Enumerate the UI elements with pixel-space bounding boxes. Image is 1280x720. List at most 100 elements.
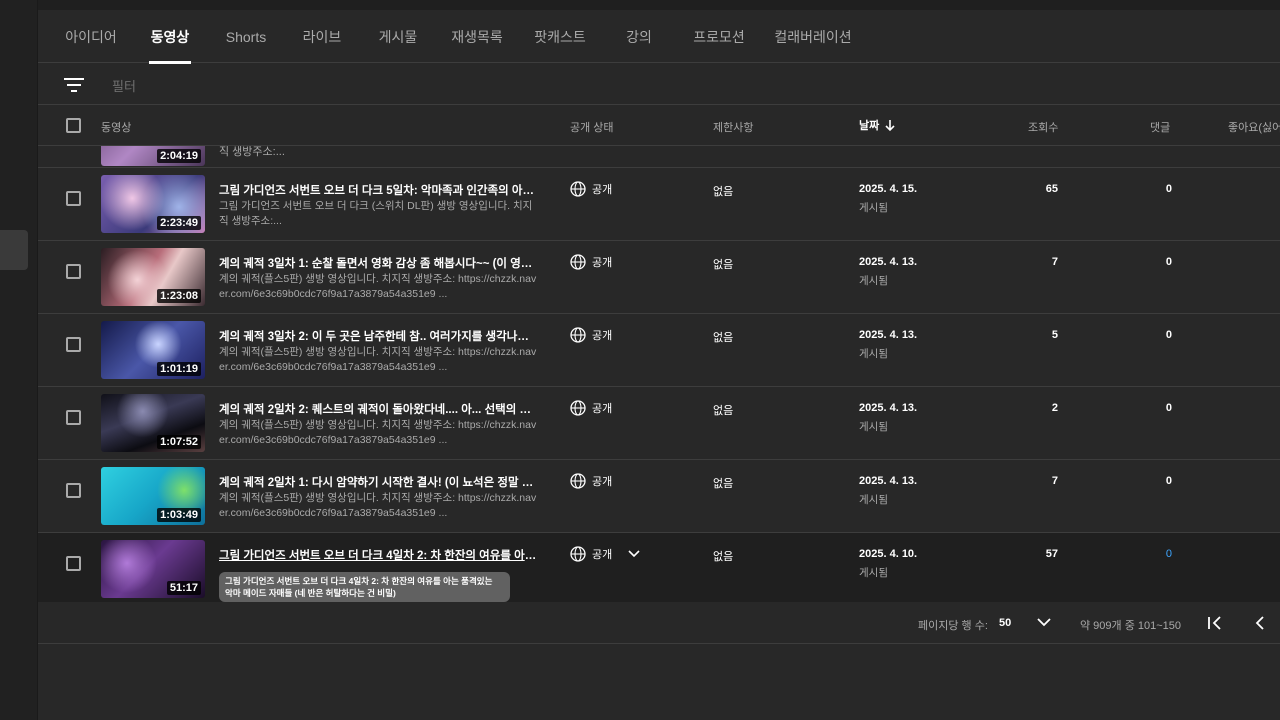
video-description: 계의 궤적(플스5판) 생방 영상입니다. 치지직 생방주소: https://…	[219, 346, 537, 373]
comments-cell: 0	[1165, 402, 1172, 414]
tab-posts[interactable]: 게시물	[378, 10, 418, 63]
video-duration: 1:07:52	[157, 435, 201, 449]
restrictions-cell: 없음	[713, 405, 734, 417]
video-duration: 1:23:08	[157, 289, 201, 303]
chevron-down-icon[interactable]	[628, 550, 640, 558]
filter-input[interactable]: 필터	[112, 76, 136, 95]
tab-videos[interactable]: 동영상	[149, 10, 191, 64]
tab-podcasts[interactable]: 팟캐스트	[534, 10, 586, 63]
select-all-checkbox[interactable]	[66, 118, 81, 133]
video-duration: 1:01:19	[157, 362, 201, 376]
video-description: 계의 궤적(플스5판) 생방 영상입니다. 치지직 생방주소: https://…	[219, 492, 537, 519]
table-row[interactable]: 1:01:19 계의 궤적 3일차 2: 이 두 곳은 남주한테 참.. 여러가…	[38, 314, 1280, 387]
video-duration: 2:04:19	[157, 149, 201, 163]
video-title[interactable]: 계의 궤적 3일차 1: 순찰 돌면서 영화 감상 좀 해봅시다~~ (이 영화…	[219, 255, 537, 271]
tab-courses[interactable]: 강의	[624, 10, 654, 63]
video-thumbnail[interactable]: 1:07:52	[101, 394, 205, 452]
table-row[interactable]: 1:03:49 계의 궤적 2일차 1: 다시 암약하기 시작한 결사! (이 …	[38, 460, 1280, 533]
visibility-cell[interactable]: 공개	[570, 400, 612, 416]
tooltip-line-2: 악마 메이드 자매들 (네 반은 허탈하다는 건 비밀)	[225, 588, 396, 598]
top-strip	[38, 0, 1280, 10]
video-thumbnail[interactable]: 2:23:49	[101, 175, 205, 233]
views-cell: 57	[1045, 548, 1058, 560]
table-row-partial[interactable]: 2:04:19 직 생방주소:...	[38, 146, 1280, 168]
visibility-cell[interactable]: 공개	[570, 181, 612, 197]
views-cell: 5	[1051, 329, 1058, 341]
date-cell: 2025. 4. 13.	[859, 475, 918, 487]
rows-per-page-label: 페이지당 행 수:	[918, 620, 988, 632]
table-row[interactable]: 2:23:49 그림 가디언즈 서번트 오브 더 다크 5일차: 악마족과 인간…	[38, 168, 1280, 241]
publish-status: 게시됨	[859, 275, 888, 287]
column-header-comments[interactable]: 댓글	[1150, 119, 1170, 135]
rows-per-page-value[interactable]: 50	[999, 617, 1011, 629]
tab-live[interactable]: 라이브	[302, 10, 342, 63]
video-title[interactable]: 계의 궤적 2일차 2: 퀘스트의 궤적이 돌아왔다네.... 아... 선택의…	[219, 401, 537, 417]
video-thumbnail[interactable]: 1:23:08	[101, 248, 205, 306]
row-checkbox[interactable]	[66, 556, 81, 571]
date-cell: 2025. 4. 13.	[859, 256, 918, 268]
date-cell: 2025. 4. 13.	[859, 402, 918, 414]
comments-cell: 0	[1165, 256, 1172, 268]
video-title[interactable]: 계의 궤적 3일차 2: 이 두 곳은 남주한테 참.. 여러가지를 생각나게 …	[219, 328, 537, 344]
publish-status: 게시됨	[859, 348, 888, 360]
restrictions-cell: 없음	[713, 332, 734, 344]
comments-cell[interactable]: 0	[1166, 548, 1172, 560]
publish-status: 게시됨	[859, 567, 888, 579]
row-checkbox[interactable]	[66, 483, 81, 498]
filter-icon[interactable]	[64, 77, 84, 93]
row-checkbox[interactable]	[66, 191, 81, 206]
first-page-icon[interactable]	[1206, 614, 1224, 632]
left-nav-rail	[0, 0, 38, 720]
globe-icon	[570, 254, 586, 270]
video-duration: 51:17	[166, 581, 201, 595]
column-header-views[interactable]: 조회수	[1028, 119, 1058, 135]
row-checkbox[interactable]	[66, 337, 81, 352]
visibility-cell[interactable]: 공개	[570, 473, 612, 489]
visibility-cell[interactable]: 공개	[570, 546, 640, 562]
visibility-cell[interactable]: 공개	[570, 327, 612, 343]
column-header-date[interactable]: 날짜	[859, 117, 896, 133]
comments-cell: 0	[1165, 475, 1172, 487]
pagination-bar: 페이지당 행 수: 50 약 909개 중 101~150	[38, 602, 1280, 644]
row-checkbox[interactable]	[66, 264, 81, 279]
table-row[interactable]: 1:23:08 계의 궤적 3일차 1: 순찰 돌면서 영화 감상 좀 해봅시다…	[38, 241, 1280, 314]
date-cell: 2025. 4. 15.	[859, 183, 918, 195]
video-title[interactable]: 계의 궤적 2일차 1: 다시 암약하기 시작한 결사! (이 뇨석은 정말 안…	[219, 474, 537, 490]
column-header-restrictions[interactable]: 제한사항	[713, 119, 753, 135]
column-header-visibility[interactable]: 공개 상태	[570, 119, 614, 135]
video-thumbnail[interactable]: 1:03:49	[101, 467, 205, 525]
title-tooltip: 그림 가디언즈 서번트 오브 더 다크 4일차 2: 차 한잔의 여유를 아는 …	[219, 572, 510, 602]
visibility-cell[interactable]: 공개	[570, 254, 612, 270]
publish-status: 게시됨	[859, 421, 888, 433]
tab-ideas[interactable]: 아이디어	[65, 10, 117, 63]
globe-icon	[570, 181, 586, 197]
column-header-likes[interactable]: 좋아요(싫어	[1228, 119, 1280, 135]
table-row[interactable]: 1:07:52 계의 궤적 2일차 2: 퀘스트의 궤적이 돌아왔다네.... …	[38, 387, 1280, 460]
previous-page-icon[interactable]	[1251, 614, 1269, 632]
video-thumbnail[interactable]: 1:01:19	[101, 321, 205, 379]
video-thumbnail[interactable]: 2:04:19	[101, 146, 205, 166]
publish-status: 게시됨	[859, 202, 888, 214]
comments-cell: 0	[1165, 329, 1172, 341]
video-title[interactable]: 그림 가디언즈 서번트 오브 더 다크 4일차 2: 차 한잔의 여유를 아는 …	[219, 547, 537, 563]
globe-icon	[570, 400, 586, 416]
video-description: 계의 궤적(플스5판) 생방 영상입니다. 치지직 생방주소: https://…	[219, 419, 537, 446]
video-description: 직 생방주소:...	[219, 146, 285, 158]
visibility-label: 공개	[592, 184, 613, 196]
globe-icon	[570, 327, 586, 343]
tab-shorts[interactable]: Shorts	[224, 10, 268, 63]
tab-playlists[interactable]: 재생목록	[451, 10, 503, 63]
tab-collaborations[interactable]: 컬래버레이션	[774, 10, 851, 63]
left-nav-selected-item[interactable]	[0, 230, 28, 270]
chevron-down-icon[interactable]	[1036, 614, 1052, 630]
restrictions-cell: 없음	[713, 551, 734, 563]
column-header-video: 동영상	[101, 122, 132, 134]
row-checkbox[interactable]	[66, 410, 81, 425]
restrictions-cell: 없음	[713, 478, 734, 490]
date-cell: 2025. 4. 13.	[859, 329, 918, 341]
video-thumbnail[interactable]: 51:17	[101, 540, 205, 598]
publish-status: 게시됨	[859, 494, 888, 506]
visibility-label: 공개	[592, 330, 613, 342]
tab-promotions[interactable]: 프로모션	[693, 10, 745, 63]
video-title[interactable]: 그림 가디언즈 서번트 오브 더 다크 5일차: 악마족과 인간족의 아름...	[219, 182, 537, 198]
